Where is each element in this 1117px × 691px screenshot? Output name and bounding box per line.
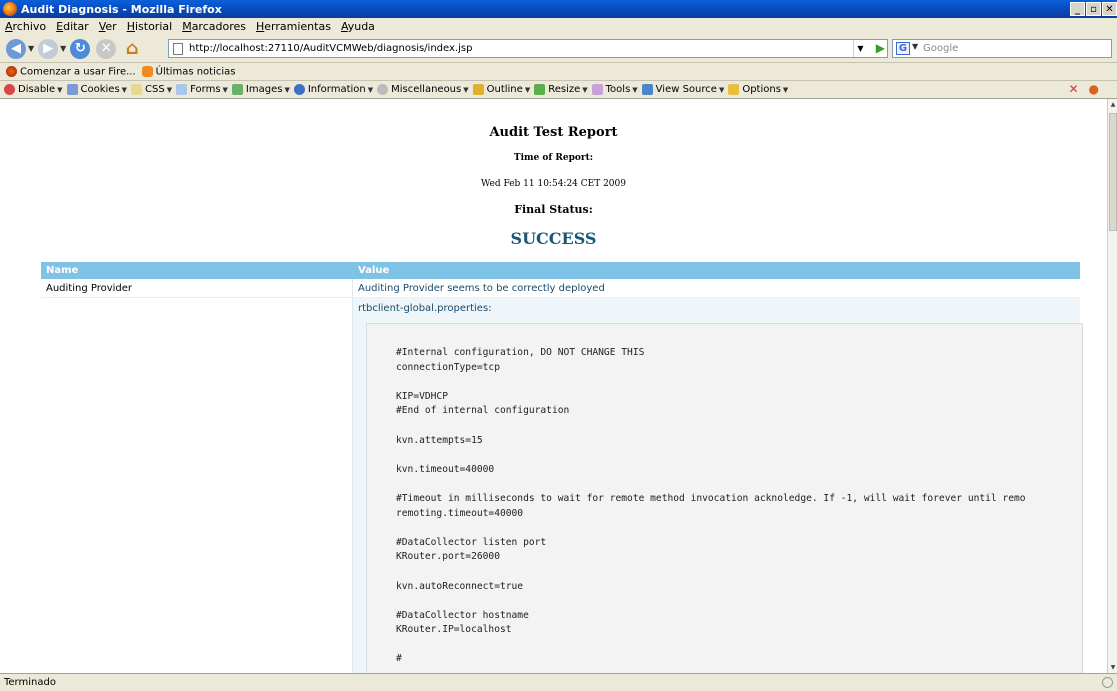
scroll-thumb[interactable] <box>1109 113 1117 231</box>
css-icon <box>131 84 143 95</box>
go-icon[interactable]: ▶ <box>876 41 885 55</box>
url-text[interactable]: http://localhost:27110/AuditVCMWeb/diagn… <box>189 43 472 54</box>
vertical-scrollbar[interactable]: ▲ ▼ <box>1107 99 1117 673</box>
time-of-report-value: Wed Feb 11 10:54:24 CET 2009 <box>481 179 626 189</box>
menu-marcadores[interactable]: Marcadores <box>182 20 246 33</box>
row-value: Auditing Provider seems to be correctly … <box>358 282 605 294</box>
miscellaneous-icon <box>377 84 389 95</box>
home-icon[interactable]: ⌂ <box>122 38 142 59</box>
dev-tools[interactable]: Tools ▼ <box>591 84 638 95</box>
disable-icon <box>4 84 15 95</box>
row-value-properties: rtbclient-global.properties: #Internal c… <box>353 298 1083 673</box>
resize-icon <box>534 84 546 95</box>
cookies-icon <box>66 84 78 95</box>
final-status-label: Final Status: <box>514 203 593 216</box>
menu-ver[interactable]: Ver <box>99 20 117 33</box>
menu-historial[interactable]: Historial <box>127 20 173 33</box>
google-icon[interactable]: G <box>896 42 910 55</box>
images-icon <box>231 84 243 95</box>
table-header: Name Value <box>41 262 1080 279</box>
options-icon <box>728 84 740 95</box>
navigation-toolbar: ◀ ▼ ▶ ▼ ↻ ✕ ⌂ http://localhost:27110/Aud… <box>0 35 1117 63</box>
back-icon[interactable]: ◀ <box>6 38 26 59</box>
results-table: Name Value Auditing Provider Auditing Pr… <box>41 262 1083 673</box>
row-name-empty <box>41 298 353 673</box>
window-title: Audit Diagnosis - Mozilla Firefox <box>21 2 222 16</box>
search-engine-dropdown-icon[interactable]: ▼ <box>912 42 918 51</box>
error-icon[interactable]: ● <box>1089 82 1099 96</box>
dev-outline[interactable]: Outline ▼ <box>472 84 530 95</box>
properties-file-label: rtbclient-global.properties: <box>358 303 492 314</box>
forms-icon <box>176 84 188 95</box>
report-title: Audit Test Report <box>489 125 618 140</box>
information-icon <box>293 84 305 95</box>
tools-icon <box>591 84 603 95</box>
status-text: Terminado <box>4 677 56 688</box>
row-name: Auditing Provider <box>41 279 353 297</box>
web-developer-toolbar: Disable ▼ Cookies ▼ CSS ▼ Forms ▼ Images ▼ In… <box>0 81 1117 99</box>
dev-disable[interactable]: Disable ▼ <box>4 84 63 95</box>
menu-ayuda[interactable]: Ayuda <box>341 20 375 33</box>
close-toolbar-icon[interactable]: ✕ <box>1068 82 1078 96</box>
minimize-button[interactable]: _ <box>1070 2 1085 16</box>
outline-icon <box>472 84 484 95</box>
search-bar[interactable]: G ▼ Google <box>892 39 1112 58</box>
search-placeholder[interactable]: Google <box>923 43 958 54</box>
menu-archivo[interactable]: Archivo <box>5 20 46 33</box>
firefox-icon <box>3 2 17 16</box>
dev-miscellaneous[interactable]: Miscellaneous ▼ <box>377 84 469 95</box>
properties-code-block: #Internal configuration, DO NOT CHANGE T… <box>366 323 1083 673</box>
forward-dropdown-icon[interactable]: ▼ <box>60 44 66 53</box>
dev-view-source[interactable]: View Source ▼ <box>641 84 724 95</box>
table-row: rtbclient-global.properties: #Internal c… <box>41 298 1083 673</box>
bookmarks-toolbar: Comenzar a usar Fire... Últimas noticias <box>0 63 1117 81</box>
stop-icon[interactable]: ✕ <box>96 38 117 59</box>
scroll-down-icon[interactable]: ▼ <box>1109 664 1117 671</box>
close-button[interactable]: ✕ <box>1102 2 1117 16</box>
forward-icon[interactable]: ▶ <box>38 38 59 59</box>
properties-content: #Internal configuration, DO NOT CHANGE T… <box>396 347 1026 665</box>
dev-resize[interactable]: Resize ▼ <box>534 84 588 95</box>
table-row: Auditing Provider Auditing Provider seem… <box>41 279 1080 298</box>
status-indicator-icon <box>1102 677 1113 688</box>
dev-css[interactable]: CSS ▼ <box>131 84 172 95</box>
dev-information[interactable]: Information ▼ <box>293 84 373 95</box>
header-name: Name <box>46 265 79 276</box>
status-bar: Terminado <box>0 673 1117 691</box>
menu-bar: Archivo Editar Ver Historial Marcadores … <box>0 18 1117 35</box>
page-icon <box>173 43 183 55</box>
dev-images[interactable]: Images ▼ <box>231 84 290 95</box>
bookmark-getting-started[interactable]: Comenzar a usar Fire... <box>6 65 136 77</box>
menu-editar[interactable]: Editar <box>56 20 89 33</box>
time-of-report-label: Time of Report: <box>513 153 594 163</box>
header-value: Value <box>358 265 390 276</box>
page-content: Audit Test Report Time of Report: Wed Fe… <box>0 99 1107 673</box>
dev-options[interactable]: Options ▼ <box>728 84 788 95</box>
reload-icon[interactable]: ↻ <box>70 38 91 59</box>
rss-icon <box>141 65 153 77</box>
url-bar[interactable]: http://localhost:27110/AuditVCMWeb/diagn… <box>168 39 888 58</box>
scroll-up-icon[interactable]: ▲ <box>1109 101 1117 108</box>
dev-cookies[interactable]: Cookies ▼ <box>66 84 127 95</box>
url-dropdown-icon[interactable]: ▼ <box>853 40 867 57</box>
back-dropdown-icon[interactable]: ▼ <box>28 44 34 53</box>
final-status-value: SUCCESS <box>510 229 597 248</box>
window-title-bar: Audit Diagnosis - Mozilla Firefox _ ▫ ✕ <box>0 0 1117 18</box>
view-source-icon <box>641 84 653 95</box>
maximize-button[interactable]: ▫ <box>1086 2 1101 16</box>
bookmark-news[interactable]: Últimas noticias <box>141 65 235 77</box>
menu-herramientas[interactable]: Herramientas <box>256 20 331 33</box>
firefox-bookmark-icon <box>6 65 17 77</box>
dev-forms[interactable]: Forms ▼ <box>176 84 228 95</box>
